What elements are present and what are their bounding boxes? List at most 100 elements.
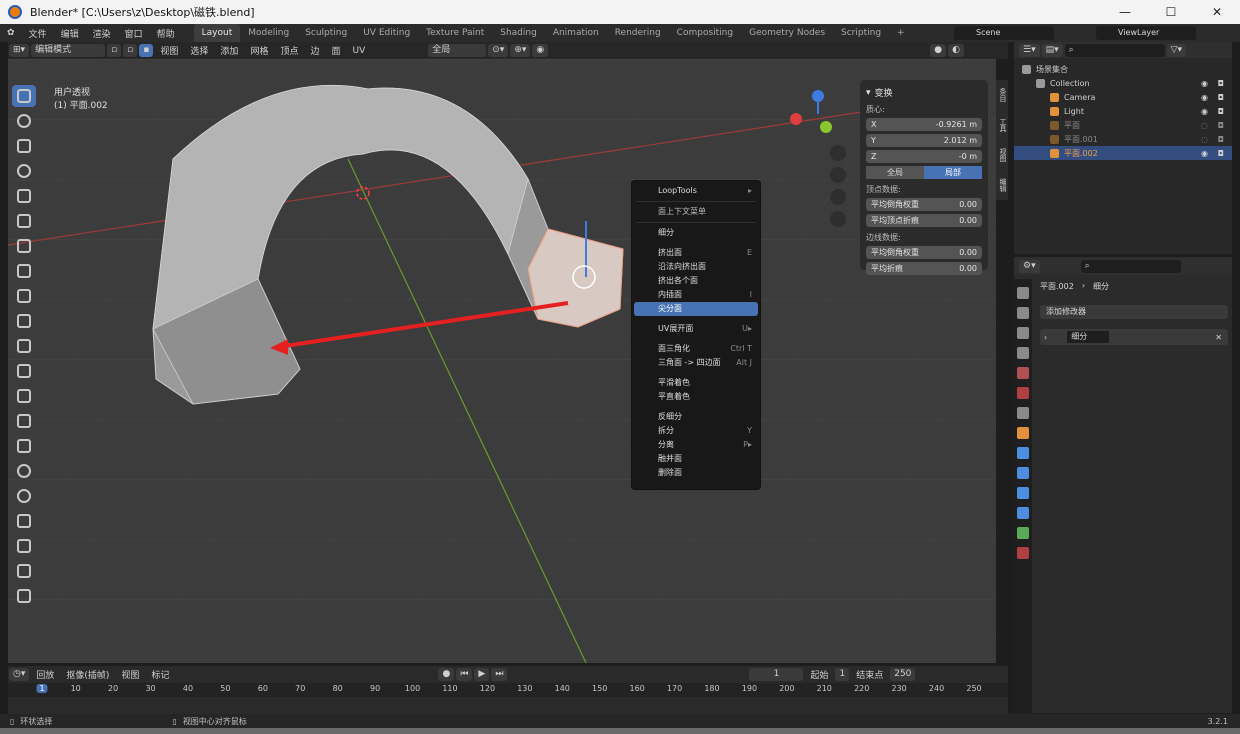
play-icon[interactable]: ▶ — [474, 668, 490, 681]
modifier-tab-icon[interactable] — [1017, 447, 1029, 459]
menu-item-poke-faces[interactable]: 尖分面 — [634, 302, 758, 316]
transform-orientation-dropdown[interactable]: 全局 — [428, 44, 487, 57]
menu-help[interactable]: 帮助 — [150, 27, 182, 40]
current-frame-field[interactable]: 1 — [749, 668, 804, 681]
smooth-tool[interactable] — [12, 485, 36, 507]
add-workspace-button[interactable]: + — [889, 24, 913, 42]
render-camera-icon[interactable]: ◘ — [1218, 107, 1224, 116]
filter-icon[interactable]: ▽▾ — [1166, 43, 1187, 57]
menu-window[interactable]: 窗口 — [118, 27, 150, 40]
outliner-item-plane-002[interactable]: 平面.002 ◉ ◘ — [1014, 146, 1232, 160]
mean-bevel-weight-field[interactable]: 平均倒角权重 0.00 — [866, 198, 982, 211]
tab-geometry-nodes[interactable]: Geometry Nodes — [741, 24, 833, 42]
close-button[interactable]: ✕ — [1194, 0, 1240, 24]
menu-view[interactable]: 视图 — [154, 44, 184, 57]
menu-item-extrude-along-normals[interactable]: 沿法向挤出面 — [634, 260, 758, 274]
outliner-item-collection[interactable]: Collection ◉ ◘ — [1014, 76, 1232, 90]
maximize-button[interactable]: ☐ — [1148, 0, 1194, 24]
camera-view-icon[interactable] — [830, 189, 846, 205]
rotate-tool[interactable] — [12, 160, 36, 182]
menu-item-split[interactable]: 拆分 Y — [634, 424, 758, 438]
visibility-eye-icon[interactable]: ◌ — [1201, 121, 1208, 130]
menu-mesh[interactable]: 网格 — [244, 44, 274, 57]
ortho-toggle-icon[interactable] — [830, 211, 846, 227]
output-tab-icon[interactable] — [1017, 327, 1029, 339]
outliner-editor-type-icon[interactable]: ☰▾ — [1019, 43, 1040, 57]
tool-tab-icon[interactable] — [1017, 287, 1029, 299]
modifier-name-field[interactable]: 细分 — [1067, 331, 1110, 343]
edge-crease-field[interactable]: 平均折痕 0.00 — [866, 262, 982, 275]
data-tab-icon[interactable] — [1017, 527, 1029, 539]
frame-ruler[interactable]: 1 10 20 30 40 50 60 70 80 90 100 110 120 130 140 150 160… — [8, 683, 1008, 697]
menu-item-subdivide[interactable]: 细分 — [634, 226, 758, 240]
collection-tab-icon[interactable] — [1017, 407, 1029, 419]
visibility-eye-icon[interactable]: ◉ — [1201, 93, 1208, 102]
outliner-item-plane-001[interactable]: 平面.001 ◌ ◘ — [1014, 132, 1232, 146]
outliner-item-light[interactable]: Light ◉ ◘ — [1014, 104, 1232, 118]
timeline-menu-keying[interactable]: 抠像(插帧) — [60, 668, 115, 681]
outliner-item-camera[interactable]: Camera ◉ ◘ — [1014, 90, 1232, 104]
edge-slide-tool[interactable] — [12, 510, 36, 532]
viewport-shading-solid-icon[interactable]: ● — [930, 44, 947, 57]
menu-item-extrude-individual[interactable]: 挤出各个面 — [634, 274, 758, 288]
add-modifier-dropdown[interactable]: 添加修改器 — [1040, 305, 1228, 319]
menu-item-separate[interactable]: 分离 P▸ — [634, 438, 758, 452]
menu-item-triangulate[interactable]: 面三角化 Ctrl T — [634, 342, 758, 356]
select-box-tool[interactable] — [12, 85, 36, 107]
modifier-expand-icon[interactable]: › — [1044, 333, 1047, 342]
tab-sculpting[interactable]: Sculpting — [297, 24, 355, 42]
menu-item-delete-faces[interactable]: 删除面 — [634, 466, 758, 480]
nav-gizmo-y-icon[interactable] — [820, 121, 832, 133]
timeline-menu-marker[interactable]: 标记 — [145, 668, 175, 681]
visibility-eye-icon[interactable]: ◉ — [1201, 107, 1208, 116]
render-camera-icon[interactable]: ◘ — [1218, 121, 1224, 130]
visibility-eye-icon[interactable]: ◌ — [1201, 135, 1208, 144]
jump-end-icon[interactable]: ⏭ — [491, 668, 508, 681]
sidebar-tab-edit[interactable]: 编辑 — [996, 178, 1008, 192]
editor-type-button[interactable]: ⊞▾ — [9, 44, 30, 57]
shear-tool[interactable] — [12, 560, 36, 582]
start-frame-field[interactable]: 1 — [835, 668, 850, 681]
menu-file[interactable]: 文件 — [22, 27, 54, 40]
edge-select-button[interactable]: ▫ — [123, 44, 138, 57]
outliner-scene-collection[interactable]: 场景集合 — [1014, 62, 1232, 76]
annotate-tool[interactable] — [12, 235, 36, 257]
zoom-icon[interactable] — [830, 145, 846, 161]
median-z-field[interactable]: Z -0 m — [866, 150, 982, 163]
render-camera-icon[interactable]: ◘ — [1218, 135, 1224, 144]
menu-item-dissolve-faces[interactable]: 融并面 — [634, 452, 758, 466]
menu-item-tris-to-quads[interactable]: 三角面 -> 四边面 Alt J — [634, 356, 758, 370]
view-layer-tab-icon[interactable] — [1017, 347, 1029, 359]
render-camera-icon[interactable]: ◘ — [1218, 79, 1224, 88]
constraints-tab-icon[interactable] — [1017, 507, 1029, 519]
scale-tool[interactable] — [12, 185, 36, 207]
properties-editor-type-icon[interactable]: ⚙▾ — [1019, 259, 1040, 273]
visibility-eye-icon[interactable]: ◉ — [1201, 149, 1208, 158]
nav-gizmo-x-icon[interactable] — [790, 113, 802, 125]
particles-tab-icon[interactable] — [1017, 467, 1029, 479]
3d-viewport[interactable] — [8, 59, 996, 663]
nav-gizmo-z-icon[interactable] — [812, 90, 824, 102]
end-frame-field[interactable]: 250 — [890, 668, 916, 681]
poly-build-tool[interactable] — [12, 435, 36, 457]
menu-item-inset-faces[interactable]: 内插面 I — [634, 288, 758, 302]
jump-start-icon[interactable]: ⏮ — [456, 668, 473, 681]
tab-uv-editing[interactable]: UV Editing — [355, 24, 418, 42]
mean-vertex-crease-field[interactable]: 平均顶点折痕 0.00 — [866, 214, 982, 227]
menu-edge[interactable]: 边 — [304, 44, 325, 57]
menu-add[interactable]: 添加 — [214, 44, 244, 57]
tab-scripting[interactable]: Scripting — [833, 24, 889, 42]
menu-item-shade-flat[interactable]: 平直着色 — [634, 390, 758, 404]
cursor-tool[interactable] — [12, 110, 36, 132]
inset-faces-tool[interactable] — [12, 335, 36, 357]
bevel-tool[interactable] — [12, 360, 36, 382]
median-x-field[interactable]: X -0.9261 m — [866, 118, 982, 131]
tab-compositing[interactable]: Compositing — [669, 24, 741, 42]
transform-section-header[interactable]: ▾ 变换 — [866, 85, 982, 100]
render-camera-icon[interactable]: ◘ — [1218, 93, 1224, 102]
timeline-menu-playback[interactable]: 回放 — [30, 668, 60, 681]
snap-icon[interactable]: ⊕▾ — [510, 44, 531, 57]
tab-shading[interactable]: Shading — [492, 24, 545, 42]
menu-vertex[interactable]: 顶点 — [274, 44, 304, 57]
transform-tool[interactable] — [12, 210, 36, 232]
